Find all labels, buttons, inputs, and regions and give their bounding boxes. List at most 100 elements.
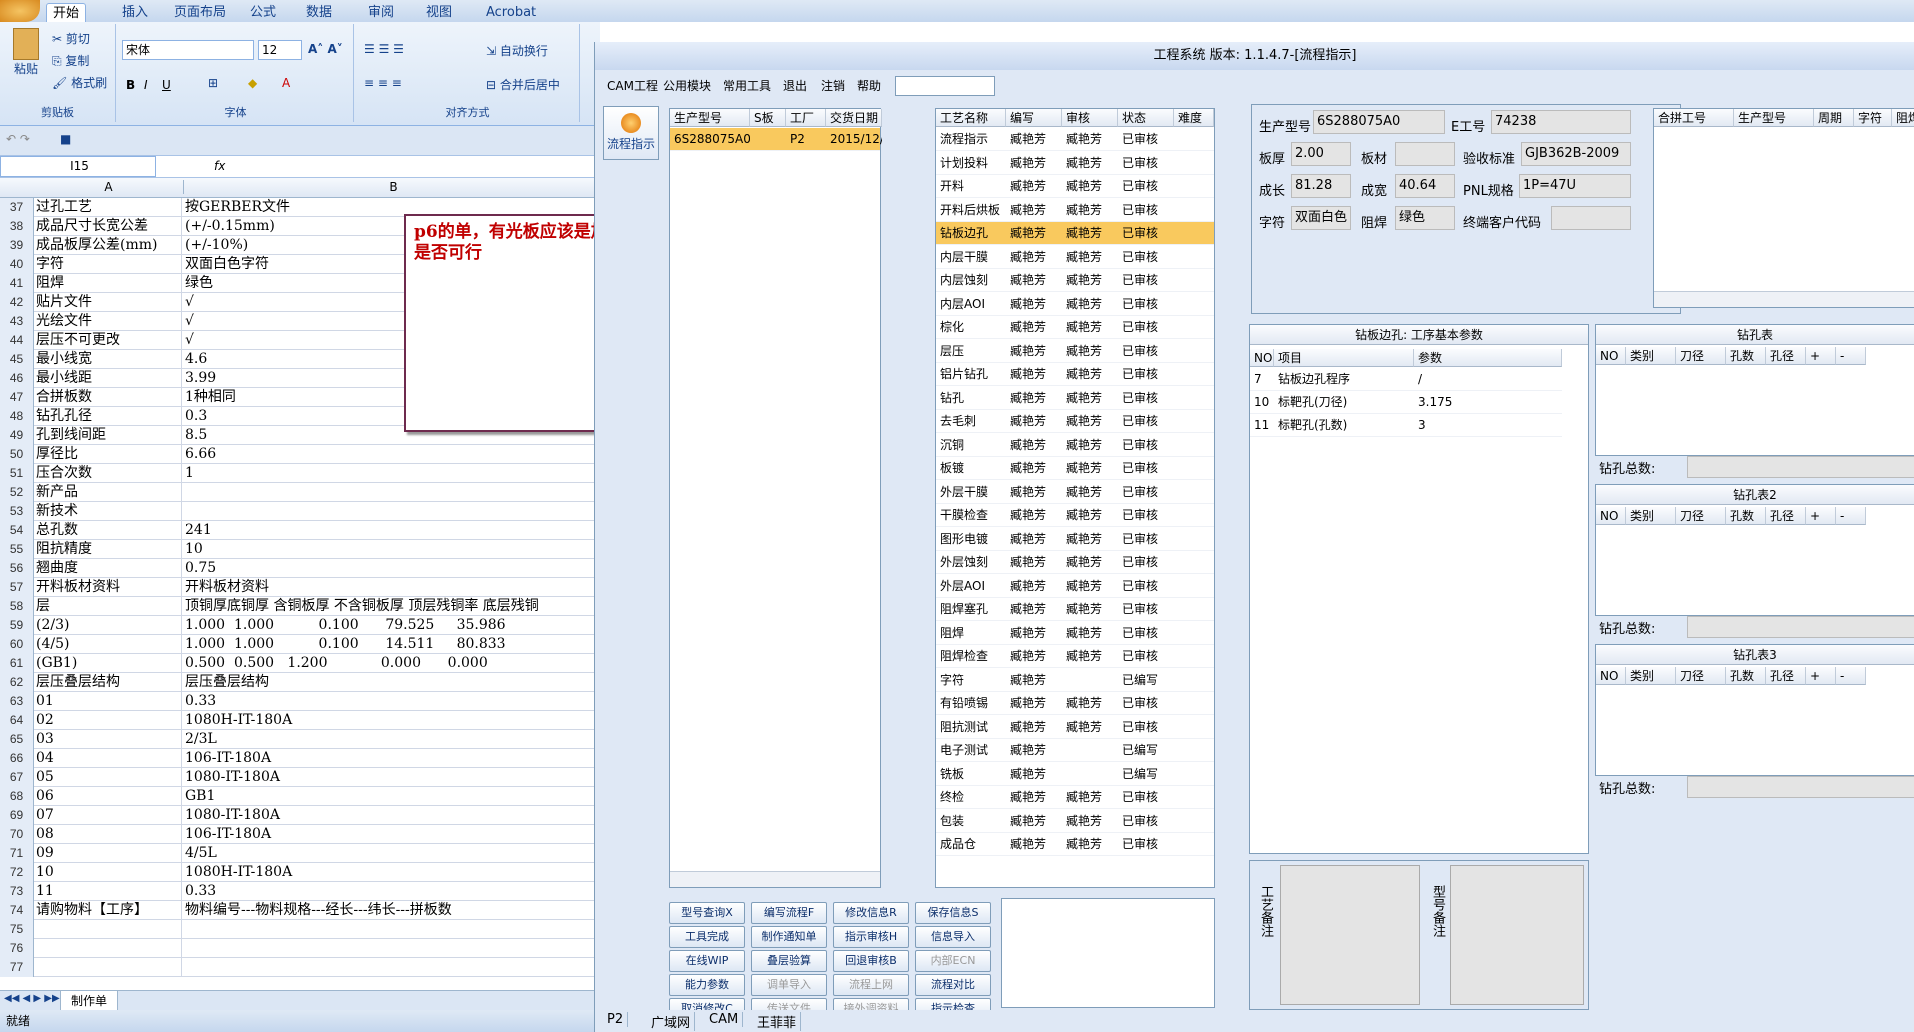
cell-a[interactable] [35, 920, 182, 939]
row-number[interactable]: 75 [0, 920, 34, 939]
cell-a[interactable]: 阻抗精度 [35, 540, 182, 559]
cell-a[interactable]: 新产品 [35, 483, 182, 502]
process-row[interactable]: 钻孔 臧艳芳 臧艳芳 已审核 [936, 387, 1214, 410]
row-number[interactable]: 60 [0, 635, 34, 654]
process-row[interactable]: 包装 臧艳芳 臧艳芳 已审核 [936, 810, 1214, 833]
process-row[interactable]: 流程指示 臧艳芳 臧艳芳 已审核 [936, 128, 1214, 151]
cell-b[interactable]: 0.75 [183, 559, 603, 578]
cell-a[interactable]: 光绘文件 [35, 312, 182, 331]
row-number[interactable]: 58 [0, 597, 34, 616]
grow-font-icon[interactable]: A˄ A˅ [308, 42, 343, 56]
row-number[interactable]: 56 [0, 559, 34, 578]
cell-a[interactable]: 10 [35, 863, 182, 882]
cell-a[interactable]: 新技术 [35, 502, 182, 521]
process-row[interactable]: 阻焊塞孔 臧艳芳 臧艳芳 已审核 [936, 598, 1214, 621]
column-header[interactable]: 孔径 [1766, 667, 1806, 685]
undo-icon[interactable]: ↶ ↷ [6, 132, 30, 146]
process-row[interactable]: 开料 臧艳芳 臧艳芳 已审核 [936, 175, 1214, 198]
cell-a[interactable]: 厚径比 [35, 445, 182, 464]
row-number[interactable]: 41 [0, 274, 34, 293]
row-number[interactable]: 69 [0, 806, 34, 825]
row-number[interactable]: 63 [0, 692, 34, 711]
cell-b[interactable]: 1.000 1.000 0.100 14.511 80.833 [183, 635, 603, 654]
field-value[interactable] [1551, 206, 1631, 230]
process-row[interactable]: 钻板边孔 臧艳芳 臧艳芳 已审核 [936, 222, 1214, 245]
process-row[interactable]: 沉铜 臧艳芳 臧艳芳 已审核 [936, 434, 1214, 457]
field-value[interactable]: 74238 [1491, 110, 1631, 134]
process-row[interactable]: 去毛刺 臧艳芳 臧艳芳 已审核 [936, 410, 1214, 433]
column-header[interactable]: NO [1596, 347, 1626, 365]
action-button[interactable]: 型号查询X [669, 902, 745, 924]
field-value[interactable]: 1P=47U [1519, 174, 1631, 198]
row-number[interactable]: 77 [0, 958, 34, 977]
align-left-icon[interactable]: ≡ ≡ ≡ [364, 76, 402, 90]
field-value[interactable]: 双面白色 [1291, 206, 1351, 230]
column-header[interactable]: 工艺名称 [936, 109, 1006, 127]
cell-b[interactable] [183, 920, 603, 939]
column-header[interactable]: 刀径 [1676, 347, 1726, 365]
column-header[interactable]: 状态 [1118, 109, 1174, 127]
cell-a[interactable]: 总孔数 [35, 521, 182, 540]
process-row[interactable]: 电子测试 臧艳芳 已编写 [936, 739, 1214, 762]
cell-b[interactable]: 1.000 1.000 0.100 79.525 35.986 [183, 616, 603, 635]
horizontal-scrollbar[interactable] [1654, 291, 1914, 307]
fill-color-icon[interactable]: ◆ [248, 76, 257, 90]
cell-a[interactable]: 过孔工艺 [35, 198, 182, 217]
process-row[interactable]: 阻焊 臧艳芳 臧艳芳 已审核 [936, 622, 1214, 645]
row-number[interactable]: 43 [0, 312, 34, 331]
process-row[interactable]: 有铅喷锡 臧艳芳 臧艳芳 已审核 [936, 692, 1214, 715]
cell-b[interactable]: 4/5L [183, 844, 603, 863]
cell-b[interactable]: 0.33 [183, 692, 603, 711]
cell-a[interactable] [35, 939, 182, 958]
cell-a[interactable]: 04 [35, 749, 182, 768]
cell-b[interactable]: 1080-IT-180A [183, 768, 603, 787]
cell-b[interactable]: 1080H-IT-180A [183, 863, 603, 882]
cell-b[interactable]: 0.33 [183, 882, 603, 901]
font-color-icon[interactable]: A [282, 76, 290, 90]
process-row[interactable]: 外层蚀刻 臧艳芳 臧艳芳 已审核 [936, 551, 1214, 574]
row-number[interactable]: 55 [0, 540, 34, 559]
row-number[interactable]: 44 [0, 331, 34, 350]
name-box[interactable]: I15 [0, 156, 156, 177]
cell-a[interactable]: 07 [35, 806, 182, 825]
model-remark-input[interactable] [1450, 865, 1584, 1005]
ribbon-tab[interactable]: 插入 [116, 3, 154, 22]
font-name-select[interactable]: 宋体 [122, 40, 254, 60]
cell-b[interactable]: 106-IT-180A [183, 749, 603, 768]
menu-item[interactable]: CAM工程 [607, 77, 658, 94]
cell-b[interactable]: 0.500 0.500 1.200 0.000 0.000 [183, 654, 603, 673]
ribbon-tab[interactable]: 数据 [300, 3, 338, 22]
menu-item[interactable]: 帮助 [857, 77, 881, 94]
cut-button[interactable]: ✂ 剪切 [52, 30, 90, 47]
column-header[interactable]: 审核 [1062, 109, 1118, 127]
process-row[interactable]: 内层AOI 臧艳芳 臧艳芳 已审核 [936, 293, 1214, 316]
column-header[interactable]: 孔数 [1726, 347, 1766, 365]
process-row[interactable]: 阻抗测试 臧艳芳 臧艳芳 已审核 [936, 716, 1214, 739]
column-header[interactable]: 类别 [1626, 667, 1676, 685]
process-remark-input[interactable] [1280, 865, 1420, 1005]
action-button[interactable]: 回退审核B [833, 950, 909, 972]
cell-a[interactable]: 合拼板数 [35, 388, 182, 407]
field-value[interactable]: 2.00 [1291, 142, 1351, 166]
merge-center-button[interactable]: ⊟ 合并后居中 [486, 76, 560, 93]
column-header[interactable]: + [1806, 347, 1836, 365]
wrap-text-button[interactable]: ⇲ 自动换行 [486, 42, 548, 59]
row-number[interactable]: 52 [0, 483, 34, 502]
cell-a[interactable]: 层压不可更改 [35, 331, 182, 350]
row-number[interactable]: 66 [0, 749, 34, 768]
cell-a[interactable]: 03 [35, 730, 182, 749]
row-number[interactable]: 37 [0, 198, 34, 217]
action-button[interactable]: 指示审核H [833, 926, 909, 948]
process-row[interactable]: 字符 臧艳芳 已编写 [936, 669, 1214, 692]
row-number[interactable]: 62 [0, 673, 34, 692]
sheet-tab[interactable]: 制作单 [60, 991, 119, 1011]
column-header[interactable]: 生产型号 [670, 109, 750, 127]
cell-a[interactable] [35, 958, 182, 977]
row-number[interactable]: 57 [0, 578, 34, 597]
ribbon-tab[interactable]: 视图 [420, 3, 458, 22]
action-button[interactable]: 信息导入 [915, 926, 991, 948]
drill-total-field[interactable] [1687, 456, 1914, 478]
cell-a[interactable]: 成品板厚公差(mm) [35, 236, 182, 255]
process-row[interactable]: 终检 臧艳芳 臧艳芳 已审核 [936, 786, 1214, 809]
row-number[interactable]: 47 [0, 388, 34, 407]
